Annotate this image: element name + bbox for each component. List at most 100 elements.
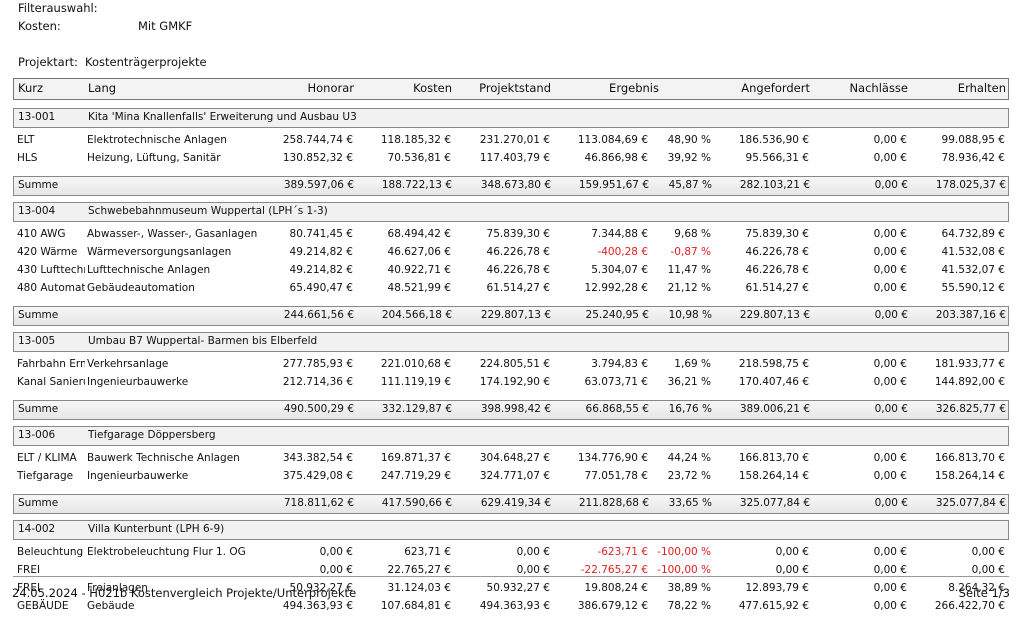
project-rows: Fahrbahn ErneVerkehrsanlage277.785,93 €2… <box>13 352 1009 393</box>
project-rows: Beleuchtung FlElektrobeleuchtung Flur 1.… <box>13 540 1009 617</box>
summary-pct: 33,65 % <box>668 497 712 509</box>
summary-pct: 16,76 % <box>668 403 712 415</box>
summary-honorar: 718.811,62 € <box>283 497 354 509</box>
cell-angefordert: 61.514,27 € <box>745 282 809 294</box>
cell-kosten: 70.536,81 € <box>387 152 451 164</box>
cell-angefordert: 75.839,30 € <box>745 228 809 240</box>
project-rows: ELT / KLIMA Bauwerk Technische Anlagen 343… <box>13 446 1009 487</box>
cell-erhalten: 55.590,12 € <box>941 282 1005 294</box>
summary-nachlaesse: 0,00 € <box>874 497 908 509</box>
summary-kosten: 188.722,13 € <box>381 179 452 191</box>
summary-erhalten: 325.077,84 € <box>935 497 1006 509</box>
project-group-header: 13-004 Schwebebahnmuseum Wuppertal (LPH´s… <box>13 202 1009 222</box>
cell-stand: 174.192,90 € <box>479 376 550 388</box>
cell-ergebnis: -623,71 € <box>597 546 648 558</box>
cell-honorar: 258.744,74 € <box>282 134 353 146</box>
summary-nachlaesse: 0,00 € <box>874 403 908 415</box>
cell-kurz: ELT <box>17 134 35 146</box>
cell-angefordert: 170.407,46 € <box>738 376 809 388</box>
filter-kosten-value: Mit GMKF <box>138 19 193 33</box>
cell-nachlaesse: 0,00 € <box>873 134 907 146</box>
column-header-row: Kurz Lang Honorar Kosten Projektstand Er… <box>13 78 1009 100</box>
cell-honorar: 0,00 € <box>319 546 353 558</box>
project-group-header: 13-001 Kita 'Mina Knallenfalls' Erweiteru… <box>13 108 1009 128</box>
cell-nachlaesse: 0,00 € <box>873 470 907 482</box>
cell-kosten: 118.185,32 € <box>380 134 451 146</box>
project-group: 13-004 Schwebebahnmuseum Wuppertal (LPH´s… <box>13 202 1009 326</box>
table-row: HLS Heizung, Lüftung, Sanitär 130.852,32 €… <box>13 149 1009 167</box>
cell-erhalten: 41.532,07 € <box>941 264 1005 276</box>
cell-ergebnis: 63.073,71 € <box>584 376 648 388</box>
project-name: Schwebebahnmuseum Wuppertal (LPH´s 1-3) <box>88 205 328 217</box>
cell-pct: 39,92 % <box>667 152 711 164</box>
summary-ergebnis: 66.868,55 € <box>585 403 649 415</box>
summary-erhalten: 326.825,77 € <box>935 403 1006 415</box>
project-code: 13-004 <box>18 205 56 217</box>
column-header-kosten: Kosten <box>413 81 452 95</box>
summary-label: Summe <box>18 179 59 191</box>
project-name: Umbau B7 Wuppertal- Barmen bis Elberfeld <box>88 335 318 347</box>
cell-kosten: 31.124,03 € <box>387 582 451 594</box>
table-row: Kanal SanierurIngenieurbauwerke212.714,3… <box>13 373 1009 391</box>
cell-pct: -100,00 % <box>657 546 711 558</box>
cell-pct: 11,47 % <box>667 264 711 276</box>
cell-stand: 231.270,01 € <box>479 134 550 146</box>
summary-label: Summe <box>18 309 59 321</box>
cell-honorar: 80.741,45 € <box>289 228 353 240</box>
cell-honorar: 49.214,82 € <box>289 246 353 258</box>
project-groups: 13-001 Kita 'Mina Knallenfalls' Erweiteru… <box>13 108 1009 617</box>
cell-pct: 48,90 % <box>667 134 711 146</box>
cell-honorar: 130.852,32 € <box>282 152 353 164</box>
project-group-header: 13-005 Umbau B7 Wuppertal- Barmen bis Elb… <box>13 332 1009 352</box>
summary-row: Summe 389.597,06 € 188.722,13 € 348.673,80 … <box>13 176 1009 196</box>
project-name: Villa Kunterbunt (LPH 6-9) <box>88 523 225 535</box>
cell-ergebnis: 134.776,90 € <box>577 452 648 464</box>
cell-erhalten: 181.933,77 € <box>934 358 1005 370</box>
cell-nachlaesse: 0,00 € <box>873 358 907 370</box>
report-table: Kurz Lang Honorar Kosten Projektstand Er… <box>13 78 1009 617</box>
cell-angefordert: 218.598,75 € <box>738 358 809 370</box>
cell-kosten: 221.010,68 € <box>380 358 451 370</box>
summary-honorar: 389.597,06 € <box>283 179 354 191</box>
cell-nachlaesse: 0,00 € <box>873 582 907 594</box>
cell-kosten: 169.871,37 € <box>380 452 451 464</box>
cell-ergebnis: 19.808,24 € <box>584 582 648 594</box>
cell-pct: 44,24 % <box>667 452 711 464</box>
cell-pct: 1,69 % <box>674 358 711 370</box>
column-header-erhalten: Erhalten <box>957 81 1006 95</box>
cell-kosten: 107.684,81 € <box>380 600 451 612</box>
cell-nachlaesse: 0,00 € <box>873 264 907 276</box>
project-rows: ELT Elektrotechnische Anlagen 258.744,74 €… <box>13 128 1009 169</box>
table-row: 430 LufttechniLufttechnische Anlagen49.2… <box>13 261 1009 279</box>
project-code: 13-001 <box>18 111 56 123</box>
summary-ergebnis: 159.951,67 € <box>578 179 649 191</box>
table-row: 410 AWG Abwasser-, Wasser-, Gasanlagen 80.… <box>13 225 1009 243</box>
summary-label: Summe <box>18 497 59 509</box>
cell-kurz: 420 Wärme <box>17 246 78 258</box>
table-row: Fahrbahn ErneVerkehrsanlage277.785,93 €2… <box>13 355 1009 373</box>
cell-stand: 50.932,27 € <box>486 582 550 594</box>
column-header-projektstand: Projektstand <box>479 81 551 95</box>
filter-kosten-label: Kosten: <box>18 19 61 33</box>
project-code: 13-005 <box>18 335 56 347</box>
column-header-honorar: Honorar <box>307 81 354 95</box>
column-header-nachlaesse: Nachlässe <box>849 81 908 95</box>
filter-projektart-value: Kostenträgerprojekte <box>85 55 207 69</box>
cell-kurz: Kanal Sanierur <box>17 376 85 388</box>
project-group: 13-001 Kita 'Mina Knallenfalls' Erweiteru… <box>13 108 1009 196</box>
table-row: 480 AutomaticGebäudeautomation65.490,47 … <box>13 279 1009 297</box>
cell-kosten: 247.719,29 € <box>380 470 451 482</box>
cell-ergebnis: 3.794,83 € <box>591 358 648 370</box>
summary-erhalten: 178.025,37 € <box>935 179 1006 191</box>
cell-pct: 23,72 % <box>667 470 711 482</box>
cell-kurz: Tiefgarage <box>17 470 74 482</box>
cell-kosten: 111.119,19 € <box>380 376 451 388</box>
cell-ergebnis: -400,28 € <box>597 246 648 258</box>
table-row: 420 Wärme Wärmeversorgungsanlagen 49.214,8… <box>13 243 1009 261</box>
cell-kurz: Fahrbahn Erne <box>17 358 85 370</box>
cell-honorar: 343.382,54 € <box>282 452 353 464</box>
project-name: Kita 'Mina Knallenfalls' Erweiterung und… <box>88 111 357 123</box>
summary-ergebnis: 25.240,95 € <box>585 309 649 321</box>
cell-erhalten: 64.732,89 € <box>941 228 1005 240</box>
cell-ergebnis: 113.084,69 € <box>577 134 648 146</box>
